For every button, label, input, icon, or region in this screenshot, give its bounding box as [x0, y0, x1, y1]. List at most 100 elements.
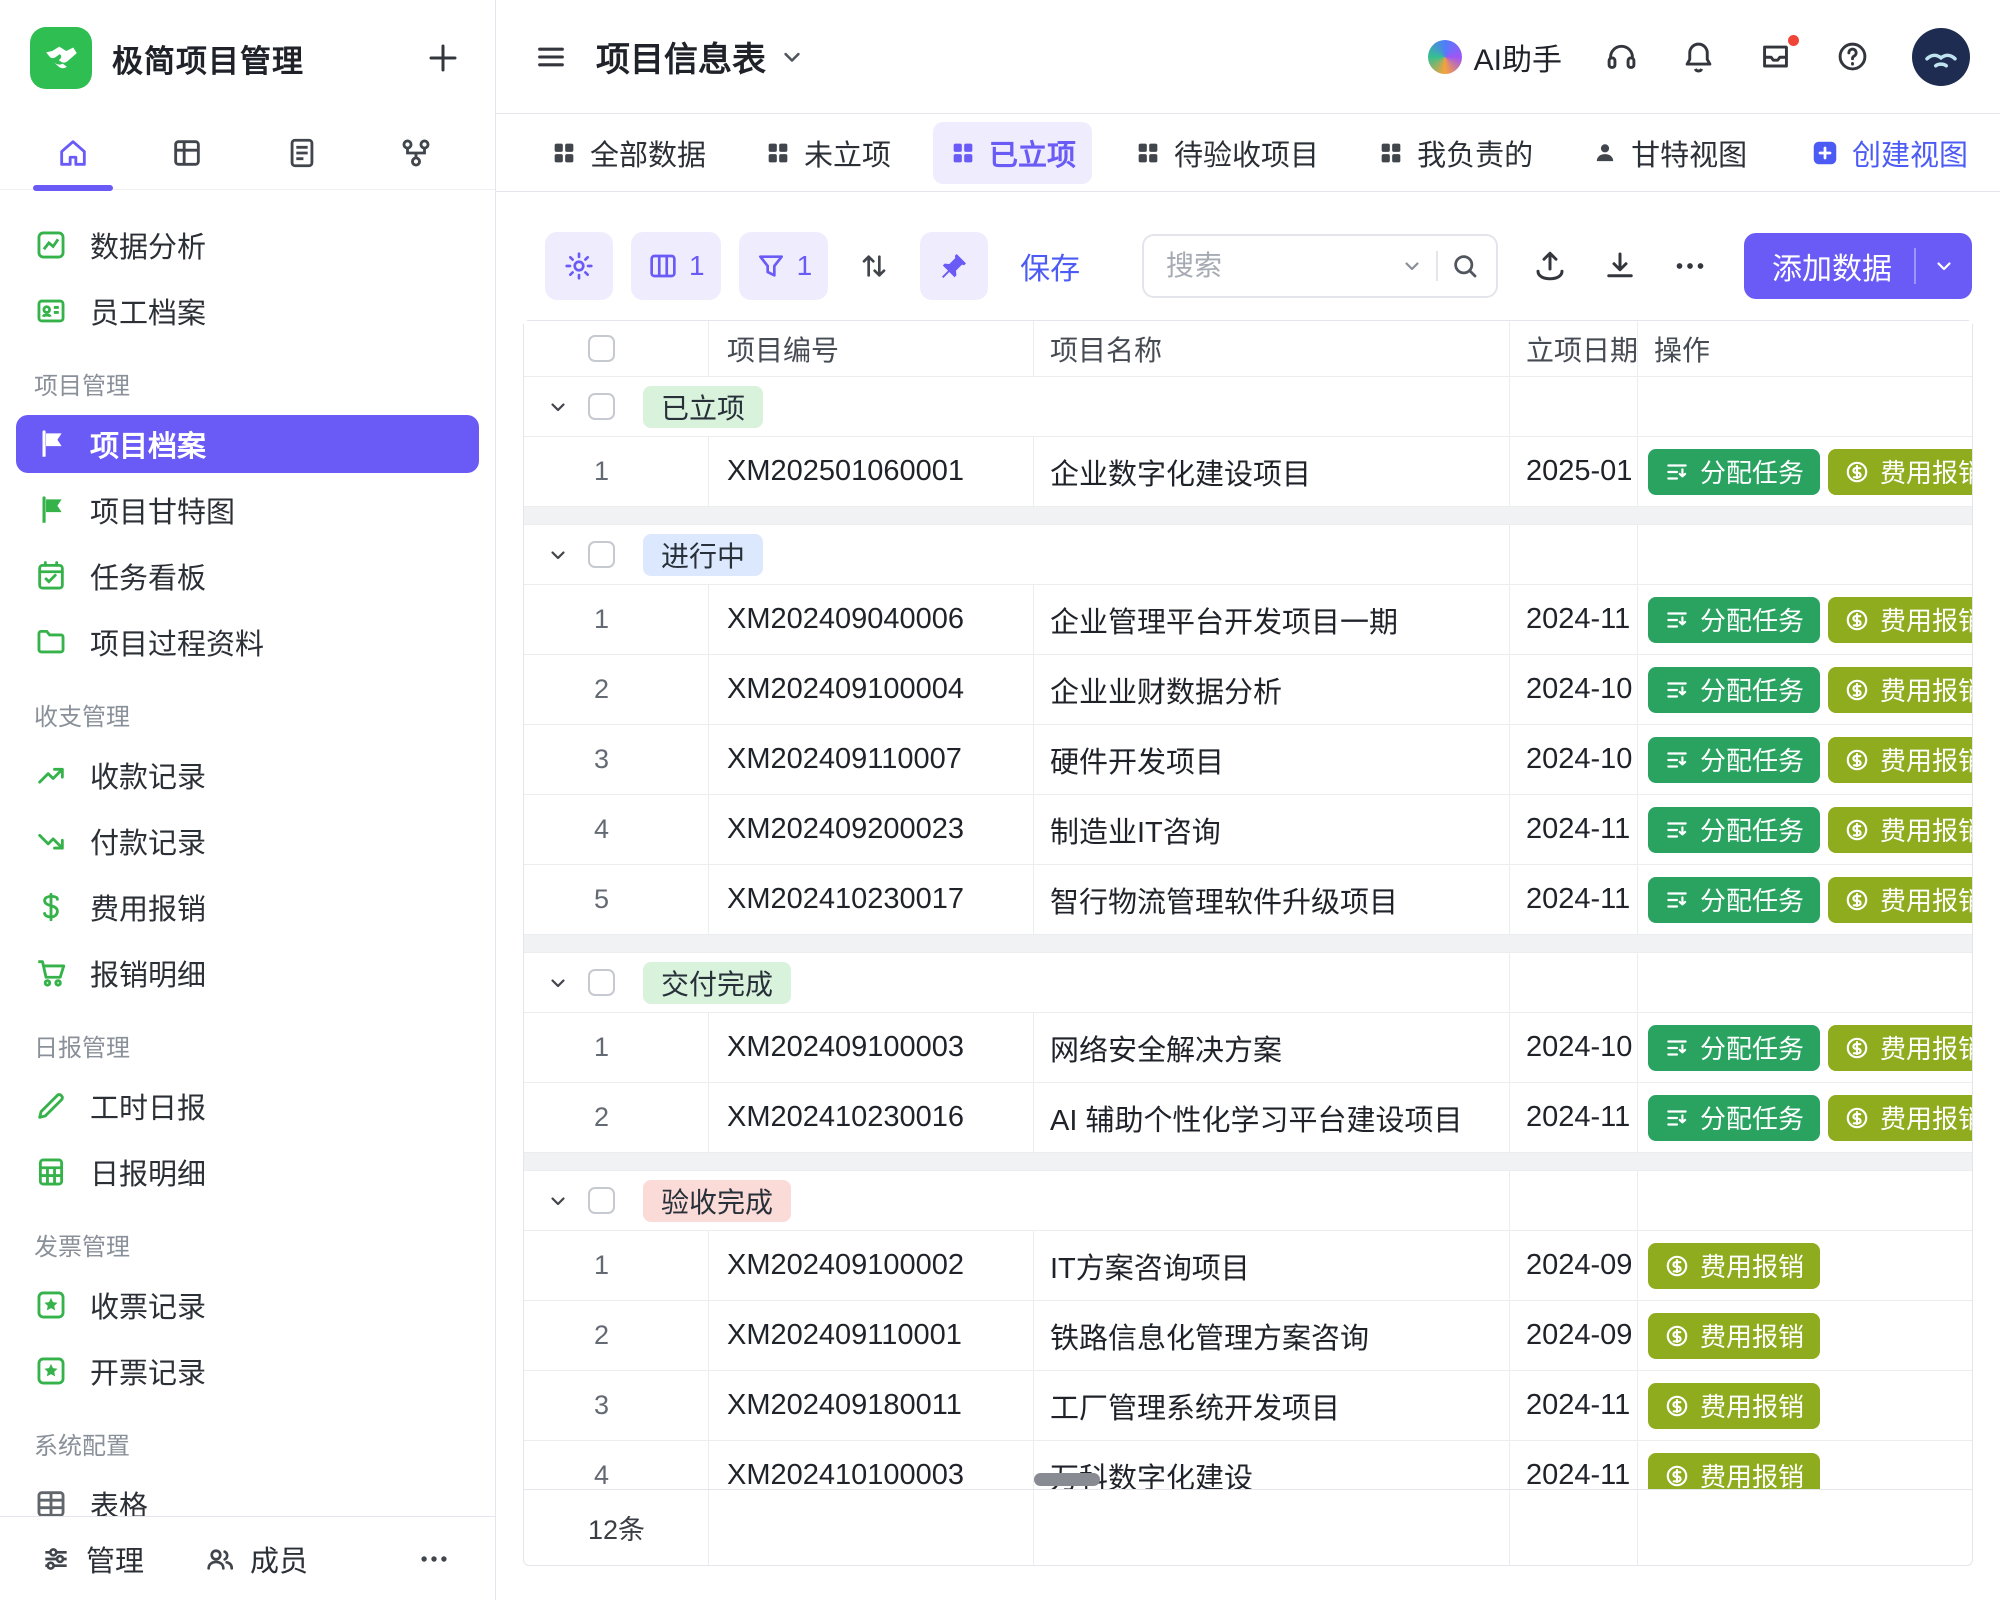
- assign-task-button[interactable]: 分配任务: [1648, 1095, 1820, 1141]
- search-chevron-down-icon[interactable]: [1400, 254, 1424, 278]
- assign-task-button[interactable]: 分配任务: [1648, 1025, 1820, 1071]
- view-tab[interactable]: 全部数据: [534, 122, 722, 184]
- sidebar-item[interactable]: 收票记录: [16, 1276, 479, 1334]
- search-icon[interactable]: [1450, 251, 1480, 281]
- expense-button[interactable]: 费用报销: [1648, 1243, 1820, 1289]
- group-checkbox[interactable]: [588, 393, 615, 420]
- group-checkbox[interactable]: [588, 969, 615, 996]
- hamburger-menu-icon[interactable]: [534, 40, 568, 74]
- assign-task-button[interactable]: 分配任务: [1648, 597, 1820, 643]
- search-box[interactable]: [1142, 234, 1498, 298]
- upload-icon[interactable]: [1532, 248, 1568, 284]
- sidebar-item[interactable]: 项目甘特图: [16, 481, 479, 539]
- expense-button[interactable]: 费用报销: [1828, 1025, 1972, 1071]
- help-icon[interactable]: [1835, 39, 1870, 74]
- collapse-chevron-icon[interactable]: [546, 543, 570, 567]
- sidebar-item[interactable]: 项目过程资料: [16, 613, 479, 671]
- ai-assistant-button[interactable]: AI助手: [1428, 35, 1562, 79]
- expense-button[interactable]: 费用报销: [1828, 597, 1972, 643]
- sidebar-item[interactable]: 任务看板: [16, 547, 479, 605]
- save-button[interactable]: 保存: [1020, 244, 1080, 288]
- assign-task-button[interactable]: 分配任务: [1648, 737, 1820, 783]
- title-chevron-down-icon[interactable]: [778, 43, 806, 71]
- group-checkbox[interactable]: [588, 1187, 615, 1214]
- create-view-button[interactable]: 创建视图: [1810, 132, 1968, 174]
- assign-task-button[interactable]: 分配任务: [1648, 449, 1820, 495]
- expense-button[interactable]: 费用报销: [1828, 877, 1972, 923]
- sidebar-item[interactable]: 数据分析: [16, 216, 479, 274]
- bell-icon[interactable]: [1681, 39, 1716, 74]
- column-header-name[interactable]: 项目名称: [1034, 321, 1510, 376]
- sidebar-item[interactable]: 付款记录: [16, 812, 479, 870]
- view-tab[interactable]: 甘特视图: [1575, 122, 1763, 184]
- sidebar-item[interactable]: 日报明细: [16, 1143, 479, 1201]
- fields-config-button[interactable]: 1: [631, 232, 721, 300]
- add-chevron-down-icon[interactable]: [1932, 254, 1956, 278]
- more-icon[interactable]: [417, 1542, 451, 1576]
- sort-button[interactable]: [846, 232, 902, 300]
- select-all-checkbox[interactable]: [588, 335, 615, 362]
- column-header-code[interactable]: 项目编号: [709, 321, 1034, 376]
- sidebar-tab-home[interactable]: [52, 132, 94, 174]
- assign-task-button[interactable]: 分配任务: [1648, 877, 1820, 923]
- sidebar-item[interactable]: 项目档案: [16, 415, 479, 473]
- expense-button[interactable]: 费用报销: [1648, 1313, 1820, 1359]
- expense-button[interactable]: 费用报销: [1828, 737, 1972, 783]
- assign-task-button[interactable]: 分配任务: [1648, 807, 1820, 853]
- view-tab[interactable]: 待验收项目: [1118, 122, 1335, 184]
- column-header-date[interactable]: 立项日期: [1510, 321, 1638, 376]
- group-checkbox[interactable]: [588, 541, 615, 568]
- table-row[interactable]: 2 XM202410230016 AI 辅助个性化学习平台建设项目 2024-1…: [524, 1083, 1972, 1153]
- filter-button[interactable]: 1: [739, 232, 829, 300]
- table-row[interactable]: 3 XM202409110007 硬件开发项目 2024-10 分配任务费用报销: [524, 725, 1972, 795]
- sidebar-tab-doc[interactable]: [281, 132, 323, 174]
- table-row[interactable]: 2 XM202409110001 铁路信息化管理方案咨询 2024-09 费用报…: [524, 1301, 1972, 1371]
- view-tab[interactable]: 我负责的: [1361, 122, 1549, 184]
- download-icon[interactable]: [1602, 248, 1638, 284]
- settings-button[interactable]: [545, 232, 613, 300]
- collapse-chevron-icon[interactable]: [546, 395, 570, 419]
- table-row[interactable]: 3 XM202409180011 工厂管理系统开发项目 2024-11 费用报销: [524, 1371, 1972, 1441]
- sidebar-item[interactable]: 收款记录: [16, 746, 479, 804]
- expense-button[interactable]: 费用报销: [1828, 807, 1972, 853]
- view-tab[interactable]: 已立项: [933, 122, 1092, 184]
- add-workspace-icon[interactable]: [425, 40, 461, 76]
- expense-button[interactable]: 费用报销: [1648, 1453, 1820, 1490]
- search-input[interactable]: [1166, 250, 1388, 282]
- sidebar-tab-grid[interactable]: [166, 132, 208, 174]
- sidebar-item[interactable]: 开票记录: [16, 1342, 479, 1400]
- toolbar-more-icon[interactable]: [1672, 248, 1708, 284]
- collapse-chevron-icon[interactable]: [546, 971, 570, 995]
- view-tab[interactable]: 未立项: [748, 122, 907, 184]
- column-header-actions[interactable]: 操作: [1638, 321, 1972, 376]
- sidebar-item[interactable]: 工时日报: [16, 1077, 479, 1135]
- table-row[interactable]: 4 XM202409200023 制造业IT咨询 2024-11 分配任务费用报…: [524, 795, 1972, 865]
- sidebar-tab-flow[interactable]: [395, 132, 437, 174]
- expense-icon: [1844, 747, 1870, 773]
- inbox-icon[interactable]: [1758, 39, 1793, 74]
- pin-button[interactable]: [920, 232, 988, 300]
- headset-icon[interactable]: [1604, 39, 1639, 74]
- user-avatar[interactable]: [1912, 28, 1970, 86]
- table-row[interactable]: 1 XM202409100003 网络安全解决方案 2024-10 分配任务费用…: [524, 1013, 1972, 1083]
- table-row[interactable]: 1 XM202409100002 IT方案咨询项目 2024-09 费用报销: [524, 1231, 1972, 1301]
- expense-button[interactable]: 费用报销: [1828, 449, 1972, 495]
- table-row[interactable]: 1 XM202409040006 企业管理平台开发项目一期 2024-11 分配…: [524, 585, 1972, 655]
- sidebar-item[interactable]: 表格: [16, 1475, 479, 1516]
- table-row[interactable]: 1 XM202501060001 企业数字化建设项目 2025-01 分配任务费…: [524, 437, 1972, 507]
- sidebar-item[interactable]: 员工档案: [16, 282, 479, 340]
- table-row[interactable]: 4 XM202410100003 万科数字化建设 2024-11 费用报销: [524, 1441, 1972, 1489]
- table-row[interactable]: 5 XM202410230017 智行物流管理软件升级项目 2024-11 分配…: [524, 865, 1972, 935]
- members-button[interactable]: 成员: [204, 1538, 308, 1580]
- sidebar-item[interactable]: 费用报销: [16, 878, 479, 936]
- horizontal-scrollbar-thumb[interactable]: [1034, 1473, 1100, 1486]
- expense-button[interactable]: 费用报销: [1828, 667, 1972, 713]
- assign-task-button[interactable]: 分配任务: [1648, 667, 1820, 713]
- table-row[interactable]: 2 XM202409100004 企业业财数据分析 2024-10 分配任务费用…: [524, 655, 1972, 725]
- expense-button[interactable]: 费用报销: [1648, 1383, 1820, 1429]
- add-data-button[interactable]: 添加数据: [1744, 233, 1972, 299]
- expense-button[interactable]: 费用报销: [1828, 1095, 1972, 1141]
- manage-button[interactable]: 管理: [40, 1538, 144, 1580]
- collapse-chevron-icon[interactable]: [546, 1189, 570, 1213]
- sidebar-item[interactable]: 报销明细: [16, 944, 479, 1002]
